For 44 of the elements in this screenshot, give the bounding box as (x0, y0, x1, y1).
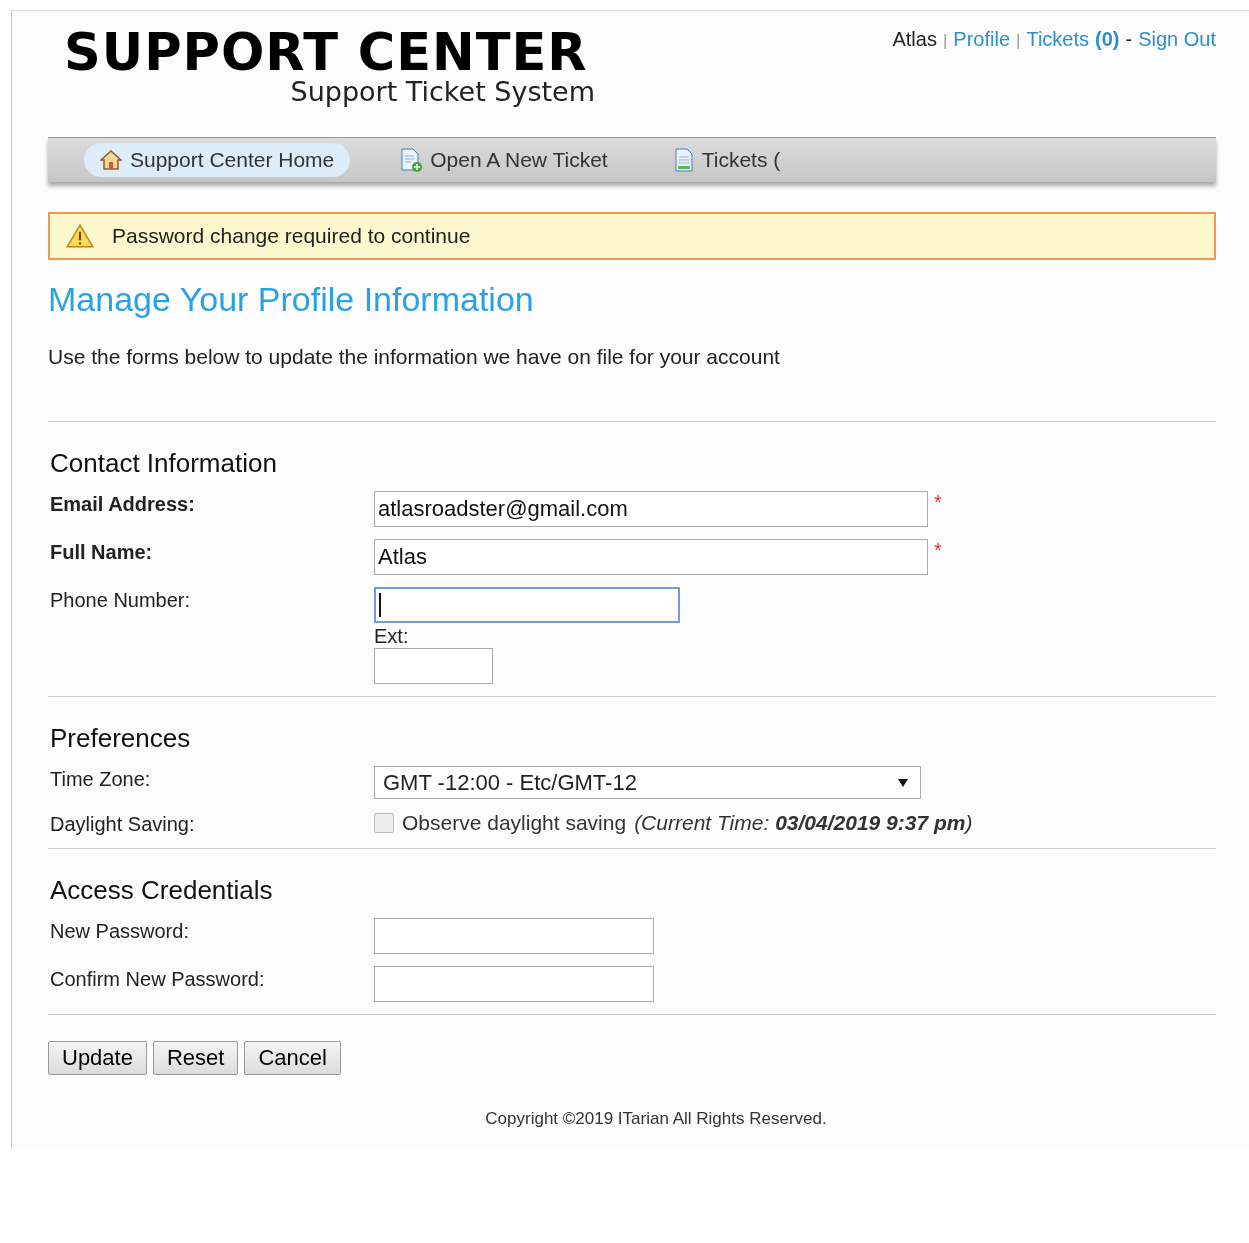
nav-tab[interactable]: Open A New Ticket (384, 143, 624, 177)
ext-label: Ext: (374, 625, 410, 648)
field-label: New Password: (50, 919, 190, 944)
separator: | (942, 31, 948, 50)
current-time-note: (Current Time: 03/04/2019 9:37 pm) (634, 811, 973, 835)
dropdown-arrow-icon (898, 778, 908, 787)
house-icon (100, 150, 122, 170)
warning-icon (66, 224, 94, 248)
password-field[interactable] (374, 918, 654, 954)
separator: - (1125, 28, 1133, 50)
intro-text: Use the forms below to update the information we have on file for your account (48, 345, 781, 369)
checkbox-label: Observe daylight saving (402, 811, 627, 835)
page-heading: Manage Your Profile Information (48, 280, 535, 319)
nav-link[interactable]: Sign Out (1138, 28, 1216, 50)
separator: | (1016, 31, 1021, 50)
checkbox[interactable] (374, 813, 394, 833)
field-label: Confirm New Password: (50, 967, 266, 992)
nav-tab[interactable]: Support Center Home (84, 143, 351, 177)
field-label: Email Address: (50, 492, 196, 517)
form-button[interactable]: Update (48, 1041, 147, 1075)
required-mark: * (934, 491, 942, 514)
document-icon (673, 148, 694, 172)
section-heading: Access Credentials (50, 875, 274, 906)
section-heading: Contact Information (50, 448, 278, 479)
new-document-icon (400, 148, 423, 172)
phone-field[interactable] (374, 587, 680, 623)
nav-tab[interactable]: Tickets ( (657, 143, 797, 177)
tickets-count: (0) (1095, 28, 1120, 50)
password-field[interactable] (374, 966, 654, 1002)
text-field[interactable]: Atlas (374, 539, 928, 575)
field-label: Time Zone: (50, 767, 152, 792)
field-label: Phone Number: (50, 588, 192, 613)
ext-field[interactable] (374, 648, 493, 684)
text-field[interactable]: atlasroadster@gmail.com (374, 491, 928, 527)
form-button[interactable]: Reset (152, 1041, 239, 1075)
field-label: Daylight Saving: (50, 812, 196, 836)
required-mark: * (934, 539, 942, 562)
copyright-text: Copyright ©2019 ITarian All Rights Reserved. (484, 1109, 828, 1129)
form-button[interactable]: Cancel (244, 1041, 341, 1075)
time-zone-dropdown[interactable]: GMT -12:00 - Etc/GMT-12 (374, 766, 921, 799)
user-name: Atlas (892, 28, 937, 50)
warning-text: Password change required to continue (112, 224, 471, 248)
field-label: Full Name: (50, 540, 154, 565)
section-heading: Preferences (50, 723, 192, 754)
